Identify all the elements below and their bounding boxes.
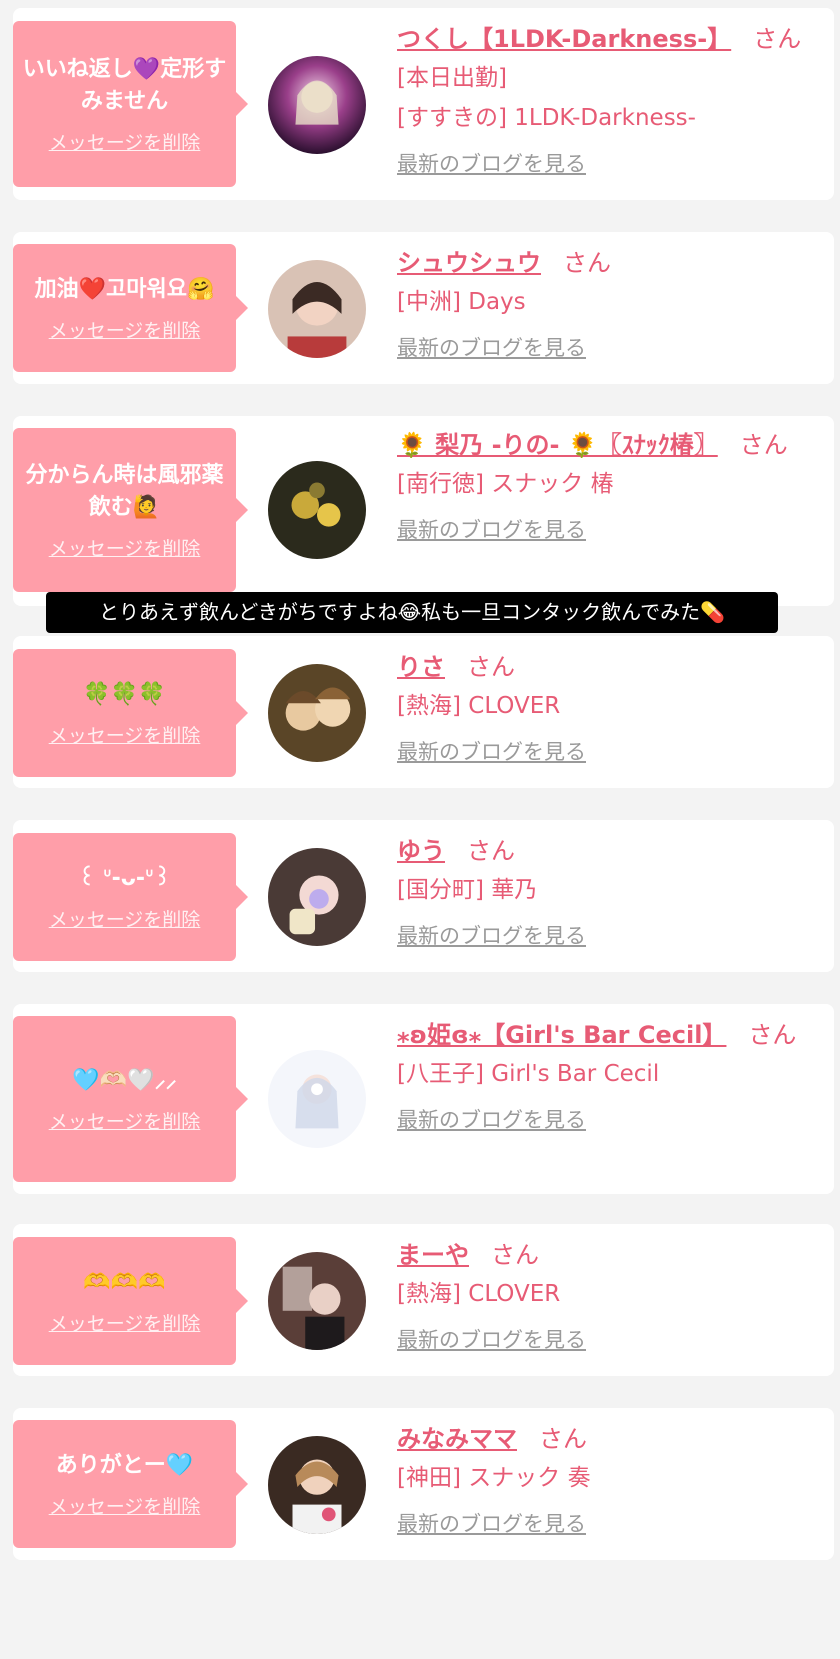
message-bubble: 🩵🫶🏻🤍⸝⸝ メッセージを削除	[13, 1016, 248, 1182]
cast-shop: [神田] スナック 奏	[397, 1465, 591, 1491]
latest-blog-link[interactable]: 最新のブログを見る	[397, 332, 586, 362]
message-bubble: 加油❤️고마워요🤗 メッセージを削除	[13, 244, 248, 372]
avatar[interactable]	[268, 260, 366, 358]
honorific: さん	[467, 653, 515, 681]
latest-blog-link[interactable]: 最新のブログを見る	[397, 1104, 586, 1134]
latest-blog-link[interactable]: 最新のブログを見る	[397, 920, 586, 950]
message-text: 🫶🫶🫶	[83, 1269, 166, 1295]
avatar[interactable]	[268, 664, 366, 762]
delete-message-link[interactable]: メッセージを削除	[49, 721, 201, 748]
cast-shop: [中洲] Days	[397, 289, 526, 315]
cast-info: みなみママ さん [神田] スナック 奏 最新のブログを見る	[397, 1420, 817, 1538]
honorific: さん	[739, 431, 788, 459]
honorific: さん	[539, 1425, 587, 1453]
message-text: ꒰ ᐡ-ᴗ-ᐡ꒱	[78, 865, 171, 891]
cast-shop: [南行徳] スナック 椿	[397, 471, 614, 497]
delete-message-link[interactable]: メッセージを削除	[49, 1492, 201, 1519]
avatar[interactable]	[268, 56, 366, 154]
avatar[interactable]	[268, 461, 366, 559]
avatar[interactable]	[268, 1436, 366, 1534]
cast-name-link[interactable]: 🌻 梨乃 -りの- 🌻〖ｽﾅｯｸ椿〗	[397, 431, 718, 459]
latest-blog-link[interactable]: 最新のブログを見る	[397, 1508, 586, 1538]
cast-name-link[interactable]: りさ	[397, 653, 445, 681]
delete-message-link[interactable]: メッセージを削除	[49, 1309, 201, 1336]
latest-blog-link[interactable]: 最新のブログを見る	[397, 514, 586, 544]
message-bubble: 🫶🫶🫶 メッセージを削除	[13, 1237, 248, 1365]
cast-shop: [八王子] Girl's Bar Cecil	[397, 1061, 660, 1087]
cast-name-link[interactable]: ゆう	[397, 837, 445, 865]
message-text: いいね返し💜定形すみません	[22, 56, 227, 114]
avatar[interactable]	[268, 1050, 366, 1148]
delete-message-link[interactable]: メッセージを削除	[49, 534, 201, 561]
cast-info: ⁎ʚ姫ɞ⁎【Girl's Bar Cecil】 さん [八王子] Girl's B…	[397, 1016, 817, 1134]
message-bubble: ありがとー🩵 メッセージを削除	[13, 1420, 248, 1548]
cast-name-link[interactable]: つくし【1LDK-Darkness-】	[397, 25, 731, 53]
message-text: 分からん時は風邪薬飲む🙋	[25, 462, 224, 520]
cast-shop: [国分町] 華乃	[397, 877, 538, 903]
cast-info: まーや さん [熱海] CLOVER 最新のブログを見る	[397, 1236, 817, 1354]
cast-info: 🌻 梨乃 -りの- 🌻〖ｽﾅｯｸ椿〗 さん [南行徳] スナック 椿 最新のブログ…	[397, 426, 817, 544]
delete-message-link[interactable]: メッセージを削除	[49, 905, 201, 932]
cast-info: シュウシュウ さん [中洲] Days 最新のブログを見る	[397, 244, 817, 362]
avatar[interactable]	[268, 1252, 366, 1350]
message-bubble: 分からん時は風邪薬飲む🙋 メッセージを削除	[13, 428, 248, 592]
latest-blog-link[interactable]: 最新のブログを見る	[397, 736, 586, 766]
cast-name-link[interactable]: ⁎ʚ姫ɞ⁎【Girl's Bar Cecil】	[397, 1021, 726, 1049]
message-text: 🩵🫶🏻🤍⸝⸝	[72, 1067, 177, 1093]
message-bubble: ꒰ ᐡ-ᴗ-ᐡ꒱ メッセージを削除	[13, 833, 248, 961]
honorific: さん	[467, 837, 515, 865]
message-text: 加油❤️고마워요🤗	[34, 276, 215, 302]
latest-blog-link[interactable]: 最新のブログを見る	[397, 1324, 586, 1354]
cast-shop: [熱海] CLOVER	[397, 1281, 561, 1307]
delete-message-link[interactable]: メッセージを削除	[49, 128, 201, 155]
honorific: さん	[753, 25, 802, 53]
delete-message-link[interactable]: メッセージを削除	[49, 1107, 201, 1134]
honorific: さん	[491, 1241, 539, 1269]
cast-shop: [熱海] CLOVER	[397, 693, 561, 719]
cast-status: [本日出勤]	[397, 65, 507, 91]
cast-info: つくし【1LDK-Darkness-】 さん [本日出勤] [すすきの] 1LDK…	[397, 20, 817, 178]
message-text: 🍀🍀🍀	[83, 681, 166, 707]
cast-name-link[interactable]: みなみママ	[397, 1425, 517, 1453]
message-bubble: いいね返し💜定形すみません メッセージを削除	[13, 21, 248, 187]
cast-info: ゆう さん [国分町] 華乃 最新のブログを見る	[397, 832, 817, 950]
cast-info: りさ さん [熱海] CLOVER 最新のブログを見る	[397, 648, 817, 766]
avatar[interactable]	[268, 848, 366, 946]
delete-message-link[interactable]: メッセージを削除	[49, 316, 201, 343]
latest-blog-link[interactable]: 最新のブログを見る	[397, 148, 586, 178]
cast-shop: [すすきの] 1LDK-Darkness-	[397, 105, 696, 131]
cast-name-link[interactable]: まーや	[397, 1241, 469, 1269]
message-text: ありがとー🩵	[55, 1452, 194, 1478]
cast-name-link[interactable]: シュウシュウ	[397, 249, 541, 277]
message-list: いいね返し💜定形すみません メッセージを削除 つくし【1LDK-Darkness…	[0, 0, 840, 1659]
honorific: さん	[748, 1021, 797, 1049]
message-bubble: 🍀🍀🍀 メッセージを削除	[13, 649, 248, 777]
honorific: さん	[563, 249, 611, 277]
video-caption: とりあえず飲んどきがちですよね😂私も一旦コンタック飲んでみた💊	[46, 592, 778, 633]
